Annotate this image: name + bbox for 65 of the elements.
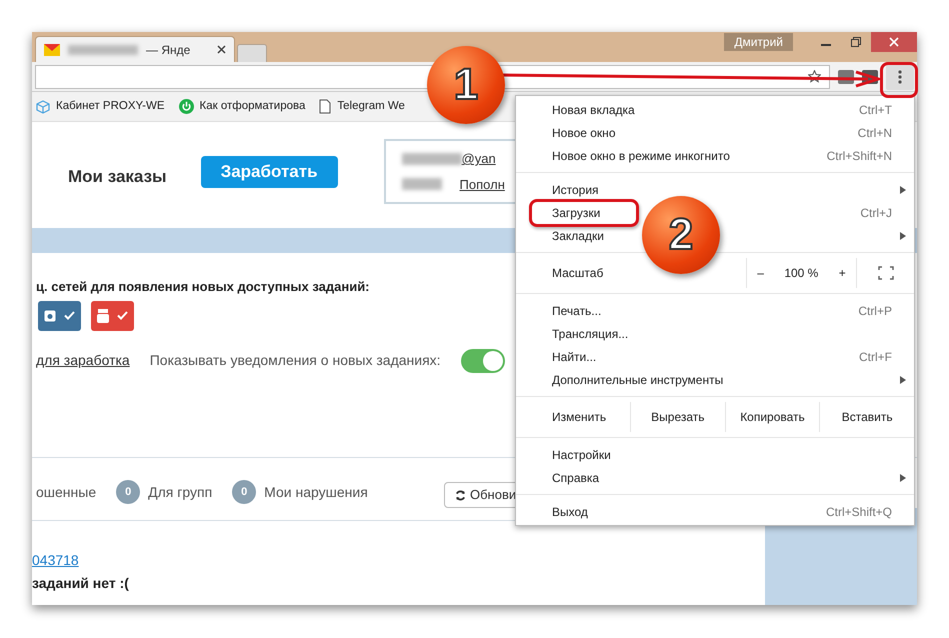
social-prompt: ц. сетей для появления новых доступных заданий: (36, 278, 371, 296)
menu-item[interactable]: Новая вкладка (552, 100, 635, 118)
cube-icon (36, 100, 50, 114)
shortcut-label: Ctrl+Shift+N (826, 148, 892, 164)
menu-item[interactable]: Дополнительные инструменты (552, 370, 724, 388)
social-toggle[interactable] (38, 300, 81, 330)
menu-button[interactable] (886, 64, 914, 90)
empty-message: заданий нет :( (32, 574, 129, 593)
shortcut-label: Ctrl+J (860, 204, 892, 222)
shortcut-label: Ctrl+P (858, 302, 892, 320)
check-icon (64, 311, 75, 320)
zoom-in-button[interactable]: + (838, 264, 846, 282)
bookmark-link[interactable]: Кабинет PROXY-WE (56, 98, 164, 116)
shortcut-label: Ctrl+N (858, 124, 892, 142)
shortcut-label: Ctrl+Shift+Q (826, 504, 892, 520)
shortcut-label: Ctrl+T (859, 102, 892, 118)
browser-tab[interactable]: — Янде (35, 36, 235, 62)
kebab-icon (898, 70, 902, 84)
zoom-out-button[interactable]: – (757, 264, 764, 282)
filter-tab[interactable]: Мои нарушения (264, 482, 368, 502)
shortcut-label: Ctrl+F (859, 348, 892, 366)
star-icon[interactable] (808, 70, 821, 83)
count-badge: 0 (232, 480, 256, 504)
menu-item[interactable]: Новое окно (552, 124, 616, 142)
task-link[interactable]: 043718 (32, 550, 79, 571)
earn-link[interactable]: для заработка (36, 350, 130, 371)
social-toggle[interactable] (91, 300, 134, 330)
filter-tab[interactable]: ошенные (36, 482, 96, 502)
notify-toggle[interactable] (460, 348, 505, 372)
edit-action[interactable]: Вырезать (630, 402, 725, 432)
menu-item[interactable]: Выход (552, 502, 588, 520)
close-icon[interactable] (217, 45, 226, 54)
fullscreen-icon[interactable] (878, 266, 894, 280)
blurred-text (402, 152, 462, 165)
menu-item[interactable]: Настройки (552, 446, 611, 464)
power-icon (178, 99, 194, 114)
blurred-text (402, 178, 442, 190)
envelope-icon (44, 44, 60, 56)
menu-item[interactable]: Трансляция... (552, 324, 628, 342)
notify-label: Показывать уведомления о новых заданиях: (150, 351, 441, 370)
document-icon (319, 99, 332, 114)
tab-title: — Янде (146, 42, 190, 58)
close-icon[interactable] (871, 32, 917, 52)
bookmark-link[interactable]: Как отформатирова (200, 98, 306, 116)
menu-item[interactable]: Новое окно в режиме инкогнито (552, 146, 730, 164)
menu-item[interactable]: Справка (552, 468, 600, 486)
camera-icon (44, 310, 56, 322)
filter-tab[interactable]: Для групп (148, 482, 212, 502)
zoom-level: 100 % (784, 265, 818, 282)
edit-action[interactable]: Вставить (819, 402, 914, 432)
refresh-icon (455, 490, 466, 500)
nav-link[interactable]: Мои заказы (68, 164, 167, 190)
menu-item[interactable]: Закладки (552, 226, 604, 244)
bookmark-link[interactable]: Telegram We (337, 98, 405, 116)
count-badge: 0 (116, 480, 140, 504)
highlight-frame (880, 62, 918, 98)
menu-item[interactable]: Печать... (552, 302, 602, 320)
edit-action[interactable]: Копировать (724, 402, 820, 432)
email-link[interactable]: @yan (462, 149, 496, 168)
topup-link[interactable]: Пополн (460, 174, 505, 194)
menu-item[interactable]: История (552, 180, 599, 198)
menu-item[interactable]: Найти... (552, 348, 596, 366)
blurred-text (68, 44, 138, 54)
menu-item[interactable]: Загрузки (552, 204, 600, 222)
check-icon (117, 311, 128, 320)
